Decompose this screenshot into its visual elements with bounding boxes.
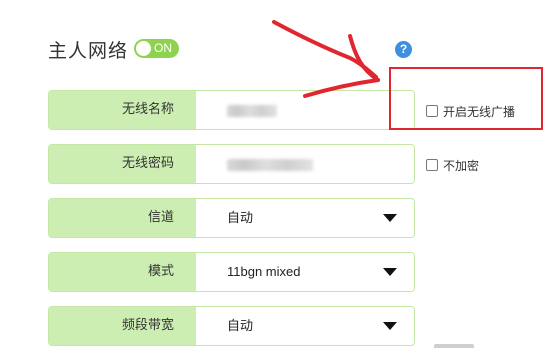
partial-button <box>434 344 474 348</box>
annotation-arrow-icon <box>272 20 380 98</box>
